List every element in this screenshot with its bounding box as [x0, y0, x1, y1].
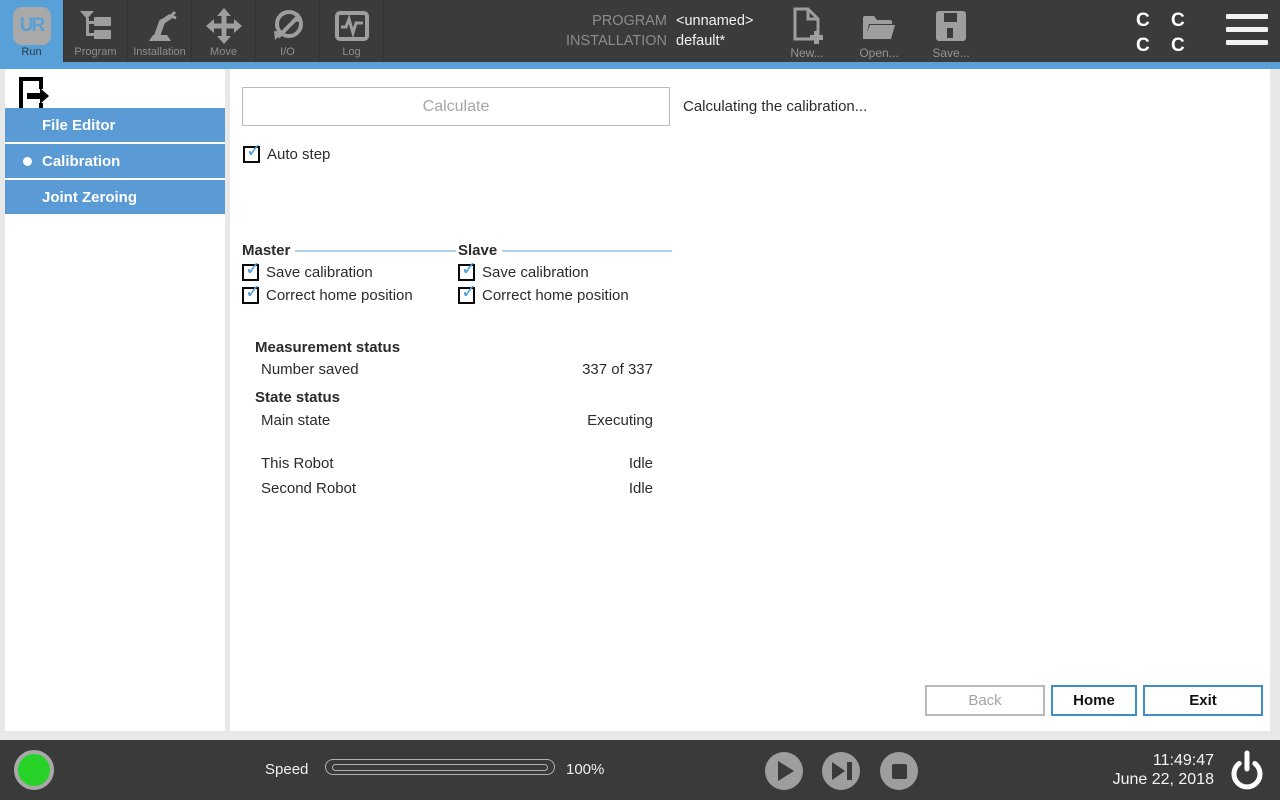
master-correct-home-checkbox[interactable]	[242, 287, 259, 304]
time-text: 11:49:47	[1113, 751, 1214, 770]
speed-label: Speed	[265, 761, 308, 778]
installation-name: default*	[676, 33, 725, 49]
move-arrows-icon	[206, 6, 242, 46]
robot-arm-icon	[143, 6, 177, 46]
main-state-row: Main state Executing	[261, 411, 653, 429]
master-divider-line	[295, 250, 456, 252]
calibration-panel: Calculate Calculating the calibration...…	[230, 69, 1270, 731]
master-save-calibration-checkbox[interactable]	[242, 264, 259, 281]
second-robot-row: Second Robot Idle	[261, 479, 653, 497]
calibration-status-message: Calculating the calibration...	[683, 98, 867, 115]
calculate-button[interactable]: Calculate	[242, 87, 670, 126]
slave-title: Slave	[458, 242, 497, 259]
measurement-status-heading: Measurement status	[255, 339, 400, 356]
slave-correct-home-checkbox[interactable]	[458, 287, 475, 304]
tab-move[interactable]: Move	[192, 0, 256, 62]
slave-group: Slave Save calibration Correct home posi…	[458, 241, 672, 309]
step-button[interactable]	[822, 752, 860, 790]
header-accent-strip	[0, 62, 1280, 69]
sidebar-menu: File Editor Calibration Joint Zeroing	[5, 108, 225, 216]
step-icon	[832, 762, 845, 780]
sidebar-item-joint-zeroing[interactable]: Joint Zeroing	[5, 180, 225, 214]
open-button[interactable]: Open...	[850, 8, 908, 60]
second-robot-value: Idle	[629, 480, 653, 497]
date-text: June 22, 2018	[1113, 770, 1214, 789]
installation-label: INSTALLATION	[505, 33, 667, 49]
sidebar: File Editor Calibration Joint Zeroing	[5, 69, 225, 731]
home-button[interactable]: Home	[1051, 685, 1137, 716]
slave-correct-home-row: Correct home position	[458, 286, 672, 304]
ur-logo-icon: UR	[13, 6, 51, 46]
tab-log[interactable]: Log	[320, 0, 384, 62]
program-label: PROGRAM	[505, 13, 667, 29]
master-title: Master	[242, 242, 290, 259]
speed-value: 100%	[566, 761, 604, 778]
master-group: Master Save calibration Correct home pos…	[242, 241, 456, 309]
master-save-calibration-row: Save calibration	[242, 263, 456, 281]
program-installation-info: PROGRAM <unnamed> INSTALLATION default*	[505, 11, 753, 51]
this-robot-row: This Robot Idle	[261, 454, 653, 472]
tab-run[interactable]: UR Run	[0, 0, 64, 62]
clock: 11:49:47 June 22, 2018	[1113, 751, 1214, 789]
auto-step-label: Auto step	[267, 146, 330, 163]
slave-save-calibration-checkbox[interactable]	[458, 264, 475, 281]
tab-installation[interactable]: Installation	[128, 0, 192, 62]
top-bar: UR Run Program	[0, 0, 1280, 62]
save-floppy-icon	[934, 8, 968, 44]
state-status-heading: State status	[255, 389, 340, 406]
play-button[interactable]	[765, 752, 803, 790]
new-button[interactable]: New...	[778, 8, 836, 60]
save-button[interactable]: Save...	[922, 8, 980, 60]
tab-io[interactable]: I/O	[256, 0, 320, 62]
new-file-icon	[790, 8, 824, 44]
program-tree-icon	[79, 6, 113, 46]
program-name: <unnamed>	[676, 13, 753, 29]
stop-button[interactable]	[880, 752, 918, 790]
auto-step-checkbox[interactable]	[243, 146, 260, 163]
this-robot-value: Idle	[629, 455, 653, 472]
selected-bullet-icon	[23, 157, 32, 166]
slave-divider-line	[502, 250, 672, 252]
open-folder-icon	[861, 8, 897, 44]
auto-step-row: Auto step	[243, 145, 330, 163]
power-button[interactable]	[1226, 749, 1268, 791]
bottom-bar: Speed 100% 11:49:47 June 22, 2018	[0, 740, 1280, 800]
number-saved-value: 337 of 337	[582, 361, 653, 378]
play-icon	[778, 761, 794, 781]
stop-icon	[892, 764, 907, 779]
status-glyph-grid: C C C C	[1136, 8, 1185, 58]
number-saved-row: Number saved 337 of 337	[261, 360, 653, 378]
back-button[interactable]: Back	[925, 685, 1045, 716]
hamburger-menu-icon[interactable]	[1226, 14, 1268, 45]
io-circular-arrows-icon	[270, 6, 306, 46]
tab-program[interactable]: Program	[64, 0, 128, 62]
speed-slider[interactable]	[325, 759, 555, 775]
file-operations: New... Open... Save...	[778, 8, 980, 60]
speed-slider-track	[332, 764, 548, 771]
main-tabs: UR Run Program	[0, 0, 384, 62]
exit-button[interactable]: Exit	[1143, 685, 1263, 716]
sidebar-item-calibration[interactable]: Calibration	[5, 144, 225, 178]
main-state-value: Executing	[587, 412, 653, 429]
robot-status-light[interactable]	[14, 750, 54, 790]
slave-save-calibration-row: Save calibration	[458, 263, 672, 281]
log-pulse-icon	[335, 6, 369, 46]
master-correct-home-row: Correct home position	[242, 286, 456, 304]
sidebar-item-file-editor[interactable]: File Editor	[5, 108, 225, 142]
